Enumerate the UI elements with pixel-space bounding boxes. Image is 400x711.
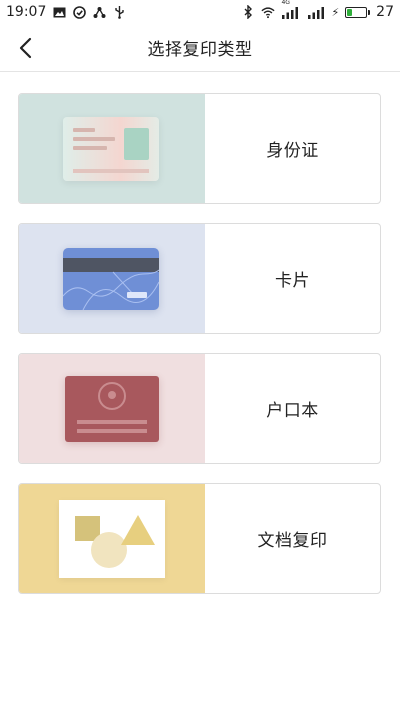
document-visual <box>19 484 205 593</box>
signal-icon <box>307 5 325 19</box>
bank-card-visual <box>19 224 205 333</box>
status-bar: 19:07 4G ⚡ 27 <box>0 0 400 24</box>
wifi-icon <box>261 5 276 19</box>
signal-4g-icon: 4G <box>281 0 301 19</box>
option-label: 文档复印 <box>257 531 328 551</box>
share-icon <box>92 5 106 19</box>
emblem-icon <box>98 382 126 410</box>
usb-icon <box>112 5 126 19</box>
page-title: 选择复印类型 <box>147 40 253 60</box>
check-circle-icon <box>72 5 86 19</box>
household-register-visual <box>19 354 205 463</box>
chevron-left-icon <box>19 37 32 59</box>
image-notification-icon <box>52 5 66 19</box>
app-header: 选择复印类型 <box>0 24 400 72</box>
charging-icon: ⚡ <box>331 5 340 19</box>
option-bank-card[interactable]: 卡片 <box>18 223 381 334</box>
battery-level: 27 <box>376 4 394 20</box>
option-id-card[interactable]: 身份证 <box>18 93 381 204</box>
network-type-label: 4G <box>281 0 290 6</box>
option-household-register[interactable]: 户口本 <box>18 353 381 464</box>
option-label: 户口本 <box>266 401 319 421</box>
status-time: 19:07 <box>6 4 47 20</box>
status-right: 4G ⚡ 27 <box>241 0 394 20</box>
household-register-icon <box>65 376 159 442</box>
battery-fill <box>347 8 352 16</box>
option-label: 卡片 <box>275 271 310 291</box>
battery-icon <box>345 6 371 18</box>
id-card-visual <box>19 94 205 203</box>
bank-card-icon <box>63 248 159 310</box>
back-button[interactable] <box>10 32 42 64</box>
option-document-copy[interactable]: 文档复印 <box>18 483 381 594</box>
id-card-icon <box>63 117 159 181</box>
status-left: 19:07 <box>6 4 126 20</box>
option-label: 身份证 <box>266 141 319 161</box>
document-icon <box>59 500 165 578</box>
bluetooth-icon <box>241 5 255 19</box>
